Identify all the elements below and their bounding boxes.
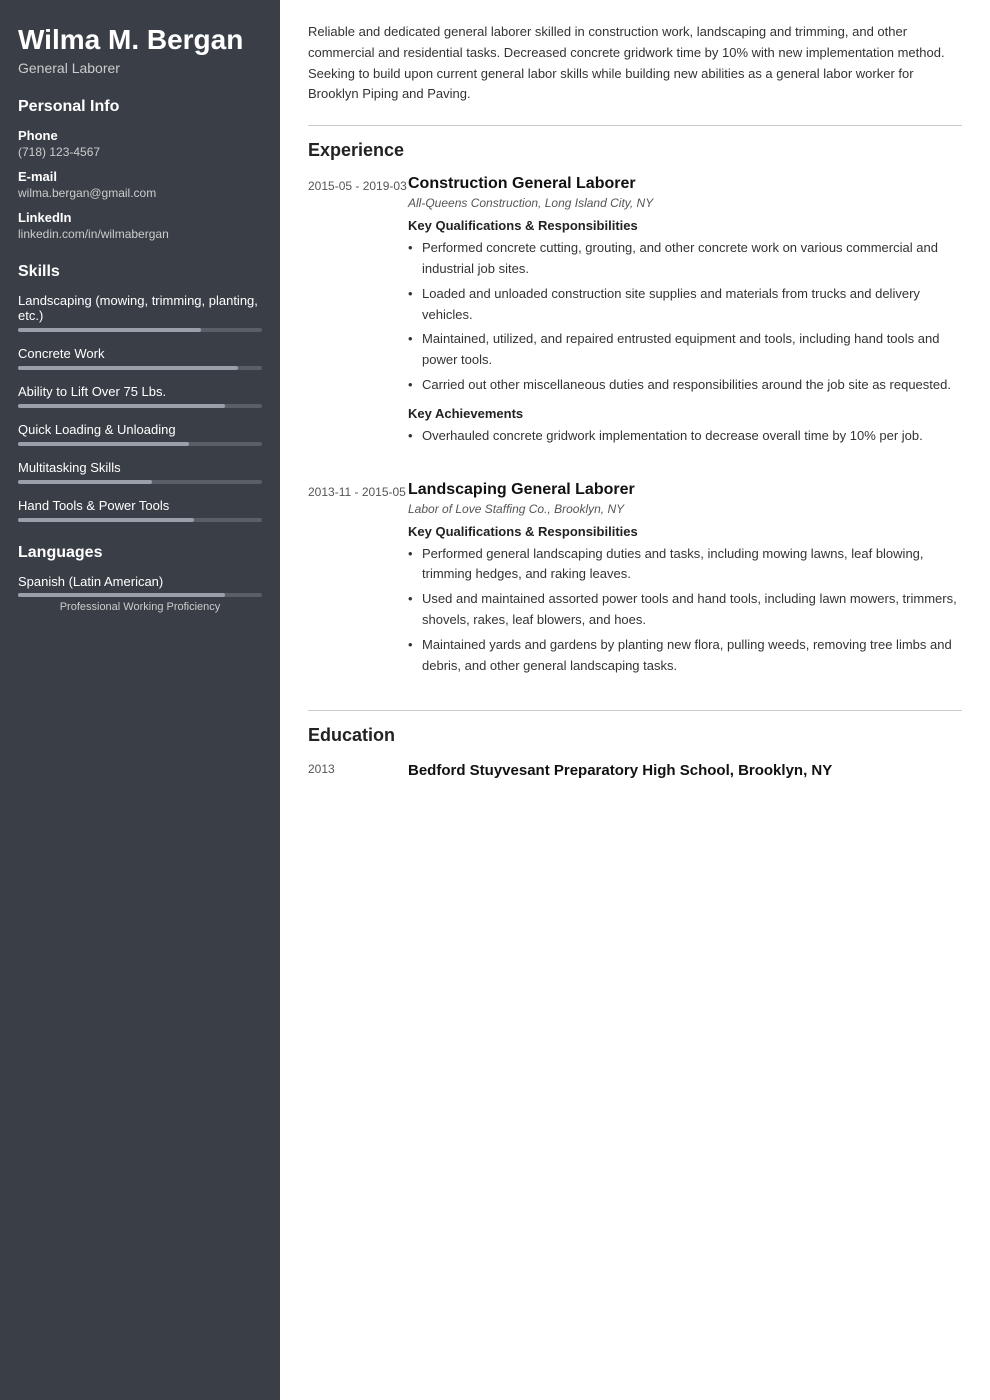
qualifications-bullets: Performed general landscaping duties and… [408, 544, 962, 677]
experience-item: 2013-11 - 2015-05 Landscaping General La… [308, 481, 962, 687]
education-list: 2013 Bedford Stuyvesant Preparatory High… [308, 760, 962, 781]
candidate-title: General Laborer [18, 60, 262, 76]
skill-bar-bg [18, 404, 262, 408]
summary-text: Reliable and dedicated general laborer s… [308, 22, 962, 105]
name-title-block: Wilma M. Bergan General Laborer [18, 24, 262, 76]
exp-dates: 2013-11 - 2015-05 [308, 481, 408, 687]
skill-bar-bg [18, 480, 262, 484]
job-title: Construction General Laborer [408, 175, 962, 193]
achievements-heading: Key Achievements [408, 406, 962, 421]
achievement-bullets: Overhauled concrete gridwork implementat… [408, 426, 962, 447]
skill-bar-bg [18, 328, 262, 332]
experience-item: 2015-05 - 2019-03 Construction General L… [308, 175, 962, 456]
linkedin-value: linkedin.com/in/wilmabergan [18, 227, 262, 241]
language-item: Spanish (Latin American) Professional Wo… [18, 574, 262, 613]
skill-name: Quick Loading & Unloading [18, 422, 262, 437]
skill-item: Quick Loading & Unloading [18, 422, 262, 446]
qualification-bullet: Performed concrete cutting, grouting, an… [408, 238, 962, 280]
exp-content: Construction General Laborer All-Queens … [408, 175, 962, 456]
experience-divider [308, 125, 962, 126]
languages-heading: Languages [18, 544, 262, 562]
job-title: Landscaping General Laborer [408, 481, 962, 499]
qualification-bullet: Loaded and unloaded construction site su… [408, 284, 962, 326]
qualifications-bullets: Performed concrete cutting, grouting, an… [408, 238, 962, 396]
skill-bar-fill [18, 518, 194, 522]
skill-bar-fill [18, 404, 225, 408]
language-bar-fill [18, 593, 225, 597]
language-level: Professional Working Proficiency [18, 601, 262, 613]
skills-heading: Skills [18, 263, 262, 281]
skill-item: Ability to Lift Over 75 Lbs. [18, 384, 262, 408]
qualification-bullet: Used and maintained assorted power tools… [408, 589, 962, 631]
achievement-bullet: Overhauled concrete gridwork implementat… [408, 426, 962, 447]
skill-item: Hand Tools & Power Tools [18, 498, 262, 522]
skill-bar-fill [18, 328, 201, 332]
education-heading: Education [308, 725, 962, 746]
skill-name: Multitasking Skills [18, 460, 262, 475]
skill-bar-bg [18, 366, 262, 370]
skills-section: Skills Landscaping (mowing, trimming, pl… [18, 263, 262, 522]
education-item: 2013 Bedford Stuyvesant Preparatory High… [308, 760, 962, 781]
phone-label: Phone [18, 128, 262, 143]
qualification-bullet: Carried out other miscellaneous duties a… [408, 375, 962, 396]
education-divider [308, 710, 962, 711]
experience-heading: Experience [308, 140, 962, 161]
languages-list: Spanish (Latin American) Professional Wo… [18, 574, 262, 613]
skill-name: Hand Tools & Power Tools [18, 498, 262, 513]
skill-name: Landscaping (mowing, trimming, planting,… [18, 293, 262, 323]
skill-item: Concrete Work [18, 346, 262, 370]
sidebar: Wilma M. Bergan General Laborer Personal… [0, 0, 280, 1400]
email-label: E-mail [18, 169, 262, 184]
personal-info-heading: Personal Info [18, 98, 262, 116]
candidate-name: Wilma M. Bergan [18, 24, 262, 56]
exp-dates: 2015-05 - 2019-03 [308, 175, 408, 456]
qualification-bullet: Maintained yards and gardens by planting… [408, 635, 962, 677]
edu-date: 2013 [308, 760, 408, 781]
company-name: Labor of Love Staffing Co., Brooklyn, NY [408, 502, 962, 516]
language-bar-bg [18, 593, 262, 597]
linkedin-label: LinkedIn [18, 210, 262, 225]
qualification-bullet: Performed general landscaping duties and… [408, 544, 962, 586]
company-name: All-Queens Construction, Long Island Cit… [408, 196, 962, 210]
phone-value: (718) 123-4567 [18, 145, 262, 159]
language-name: Spanish (Latin American) [18, 574, 262, 589]
skill-bar-fill [18, 366, 238, 370]
skill-name: Concrete Work [18, 346, 262, 361]
qualifications-heading: Key Qualifications & Responsibilities [408, 218, 962, 233]
languages-section: Languages Spanish (Latin American) Profe… [18, 544, 262, 613]
exp-content: Landscaping General Laborer Labor of Lov… [408, 481, 962, 687]
email-value: wilma.bergan@gmail.com [18, 186, 262, 200]
skill-bar-fill [18, 442, 189, 446]
qualifications-heading: Key Qualifications & Responsibilities [408, 524, 962, 539]
personal-info-section: Personal Info Phone (718) 123-4567 E-mai… [18, 98, 262, 241]
qualification-bullet: Maintained, utilized, and repaired entru… [408, 329, 962, 371]
edu-content: Bedford Stuyvesant Preparatory High Scho… [408, 760, 962, 781]
skill-bar-bg [18, 518, 262, 522]
skill-item: Multitasking Skills [18, 460, 262, 484]
skill-name: Ability to Lift Over 75 Lbs. [18, 384, 262, 399]
experience-list: 2015-05 - 2019-03 Construction General L… [308, 175, 962, 686]
skills-list: Landscaping (mowing, trimming, planting,… [18, 293, 262, 522]
school-name: Bedford Stuyvesant Preparatory High Scho… [408, 760, 962, 781]
skill-item: Landscaping (mowing, trimming, planting,… [18, 293, 262, 332]
main-content: Reliable and dedicated general laborer s… [280, 0, 990, 1400]
skill-bar-fill [18, 480, 152, 484]
skill-bar-bg [18, 442, 262, 446]
